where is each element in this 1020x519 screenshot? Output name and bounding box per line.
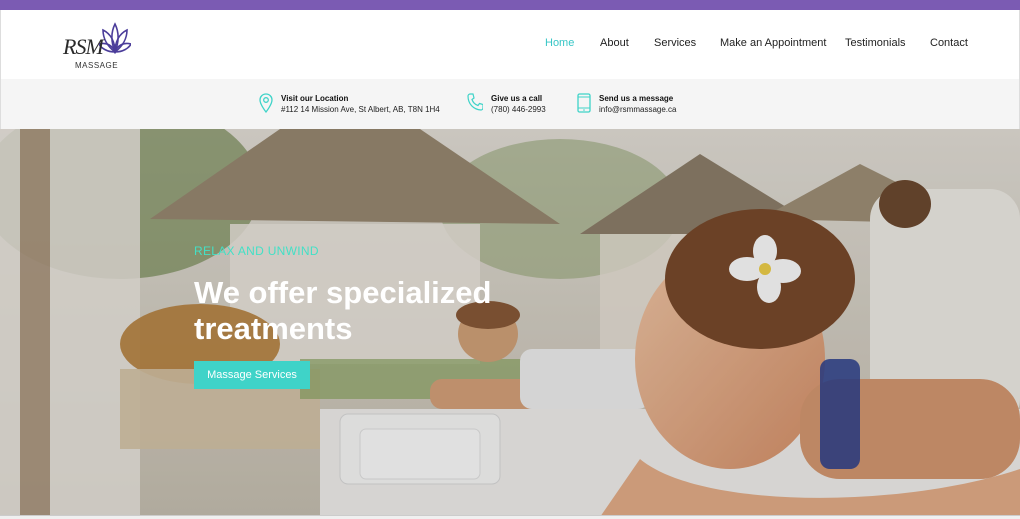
- site-header: RSM MASSAGE Home About Services Make an …: [0, 10, 1020, 79]
- nav-testimonials[interactable]: Testimonials: [845, 37, 906, 49]
- phone-title: Give us a call: [491, 94, 543, 103]
- location-pin-icon: [259, 93, 273, 113]
- massage-services-button[interactable]: Massage Services: [194, 361, 310, 389]
- contact-info-bar: Visit our Location #112 14 Mission Ave, …: [0, 79, 1020, 129]
- lotus-logo-icon: [99, 22, 131, 55]
- logo-wordmark: RSM: [63, 34, 104, 59]
- nav-about[interactable]: About: [600, 37, 629, 49]
- nav-services[interactable]: Services: [654, 37, 696, 49]
- page-bottom-edge: [0, 515, 1020, 519]
- phone-number[interactable]: (780) 446-2993: [491, 104, 546, 116]
- hero-banner: RELAX AND UNWIND We offer specialized tr…: [0, 129, 1020, 517]
- message-title: Send us a message: [599, 94, 674, 103]
- nav-home[interactable]: Home: [545, 37, 574, 49]
- top-accent-bar: [0, 0, 1020, 10]
- location-info: Visit our Location #112 14 Mission Ave, …: [259, 93, 440, 116]
- logo-subtext: MASSAGE: [75, 61, 119, 70]
- phone-icon: [467, 93, 483, 111]
- message-info: Send us a message info@rsmmassage.ca: [577, 93, 676, 116]
- location-title: Visit our Location: [281, 94, 349, 103]
- site-logo[interactable]: RSM MASSAGE: [63, 20, 133, 70]
- mobile-phone-icon: [577, 93, 591, 113]
- hero-headline: We offer specialized treatments: [194, 275, 492, 346]
- location-address: #112 14 Mission Ave, St Albert, AB, T8N …: [281, 105, 440, 114]
- message-email[interactable]: info@rsmmassage.ca: [599, 104, 676, 116]
- phone-info: Give us a call (780) 446-2993: [467, 93, 546, 116]
- nav-contact[interactable]: Contact: [930, 37, 968, 49]
- hero-tagline: RELAX AND UNWIND: [194, 244, 319, 258]
- nav-make-appointment[interactable]: Make an Appointment: [720, 37, 826, 49]
